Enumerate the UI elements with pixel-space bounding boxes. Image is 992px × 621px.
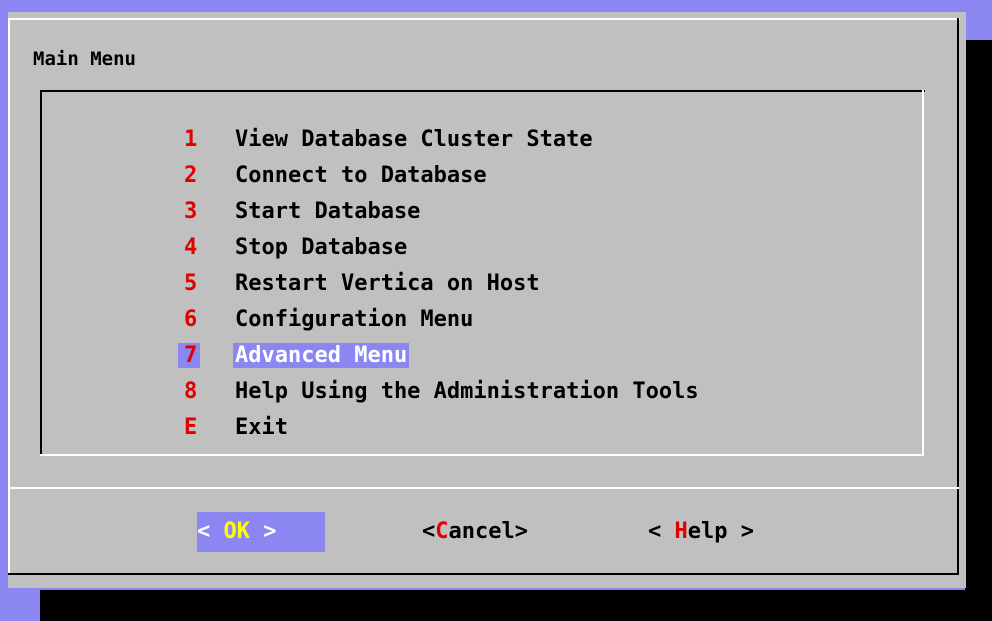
menu-item-view-cluster-state[interactable]: 1 View Database Cluster State	[178, 121, 699, 157]
menu-item-tag: 5	[184, 270, 198, 296]
menu-item-tag: 8	[184, 378, 198, 404]
menu-list: 1 View Database Cluster State 2 Connect …	[178, 121, 699, 445]
menu-item-label: Configuration Menu	[235, 306, 474, 332]
help-button-hotkey: H	[674, 519, 688, 544]
menu-item-label: Help Using the Administration Tools	[235, 378, 699, 404]
menu-item-tag: E	[184, 414, 198, 440]
menu-item-start-database[interactable]: 3 Start Database	[178, 193, 699, 229]
terminal-background-bottom	[40, 590, 992, 621]
ok-button-right: >	[250, 519, 277, 544]
menu-item-tag: 2	[184, 162, 198, 188]
cancel-button-left: <	[422, 519, 436, 544]
dialog-border-left	[8, 18, 10, 574]
button-area-separator	[8, 487, 959, 489]
menu-item-label: Connect to Database	[235, 162, 487, 188]
cancel-button-hotkey: C	[435, 519, 449, 544]
menu-item-tag: 1	[184, 126, 198, 152]
help-button-right: elp >	[687, 519, 754, 544]
ok-button-hotkey: OK	[223, 519, 251, 544]
menu-item-label: Stop Database	[235, 234, 408, 260]
menu-item-tag: 3	[184, 198, 198, 224]
menu-item-label: View Database Cluster State	[235, 126, 593, 152]
dialog-border-top	[8, 18, 960, 20]
menu-item-help-admin-tools[interactable]: 8 Help Using the Administration Tools	[178, 373, 699, 409]
button-bar: < OK > <Cancel> < Help >	[0, 512, 958, 552]
menu-item-label: Exit	[235, 414, 288, 440]
ok-button-left: <	[197, 519, 224, 544]
menu-item-configuration-menu[interactable]: 6 Configuration Menu	[178, 301, 699, 337]
menu-item-stop-database[interactable]: 4 Stop Database	[178, 229, 699, 265]
menu-item-exit[interactable]: E Exit	[178, 409, 699, 445]
menu-item-label: Start Database	[235, 198, 421, 224]
menu-item-tag: 4	[184, 234, 198, 260]
dialog-title: Main Menu	[33, 48, 136, 70]
cancel-button[interactable]: <Cancel>	[422, 512, 528, 552]
menu-item-restart-vertica[interactable]: 5 Restart Vertica on Host	[178, 265, 699, 301]
menu-item-label: Restart Vertica on Host	[235, 270, 540, 296]
help-button-left: <	[648, 519, 675, 544]
ok-button[interactable]: < OK >	[197, 512, 325, 552]
menu-item-tag: 7	[178, 342, 200, 368]
menu-item-label: Advanced Menu	[233, 342, 410, 368]
menu-item-tag: 6	[184, 306, 198, 332]
menu-item-advanced-menu[interactable]: 7 Advanced Menu	[178, 337, 699, 373]
menu-item-connect-to-database[interactable]: 2 Connect to Database	[178, 157, 699, 193]
dialog-border-right	[957, 18, 959, 574]
help-button[interactable]: < Help >	[648, 512, 754, 552]
terminal-background-right	[965, 40, 992, 621]
cancel-button-right: ancel>	[448, 519, 528, 544]
dialog-border-bottom	[8, 573, 959, 575]
